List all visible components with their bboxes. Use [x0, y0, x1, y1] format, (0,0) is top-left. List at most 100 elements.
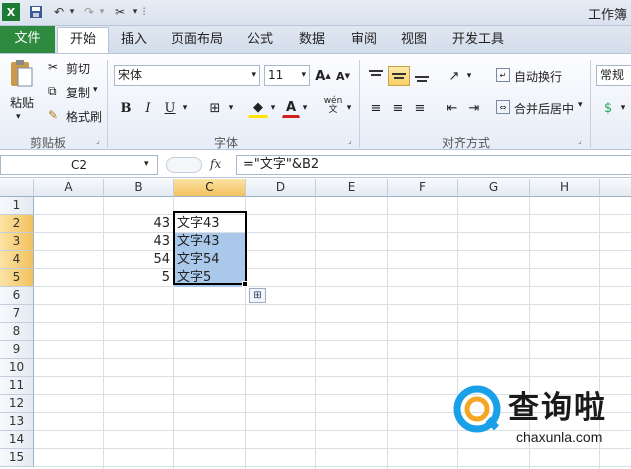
- column-header[interactable]: H: [530, 179, 600, 197]
- row-header[interactable]: 1: [0, 197, 34, 215]
- column-header[interactable]: E: [316, 179, 388, 197]
- cell-C3[interactable]: 文字43: [174, 233, 245, 251]
- redo-icon[interactable]: ↷: [80, 3, 98, 21]
- column-header-partial[interactable]: [600, 179, 631, 197]
- row-header[interactable]: 4: [0, 251, 34, 269]
- column-header[interactable]: D: [246, 179, 316, 197]
- align-middle-icon[interactable]: [388, 66, 410, 86]
- row-header[interactable]: 14: [0, 431, 34, 449]
- format-painter-button[interactable]: 格式刷: [66, 108, 102, 125]
- borders-dropdown-icon[interactable]: ▾: [226, 98, 236, 118]
- currency-icon[interactable]: $: [598, 98, 618, 118]
- fill-handle[interactable]: [242, 281, 248, 287]
- clipboard-launcher-icon[interactable]: ⌟: [96, 136, 100, 145]
- font-size-combo[interactable]: 11 ▾: [264, 65, 310, 86]
- fill-color-dropdown-icon[interactable]: ▾: [268, 98, 278, 118]
- row-header[interactable]: 11: [0, 377, 34, 395]
- cell-B5[interactable]: 5: [104, 269, 173, 287]
- tab-formulas[interactable]: 公式: [238, 28, 282, 53]
- decrease-indent-icon[interactable]: ⇤: [442, 98, 462, 118]
- cell-B4[interactable]: 54: [104, 251, 173, 269]
- merge-center-button[interactable]: 合并后居中: [514, 98, 574, 118]
- font-launcher-icon[interactable]: ⌟: [348, 136, 352, 145]
- number-format-combo[interactable]: 常规: [596, 65, 631, 86]
- align-left-icon[interactable]: ≡: [366, 98, 386, 118]
- merge-dropdown-icon[interactable]: ▾: [578, 100, 583, 110]
- chevron-down-icon[interactable]: ▾: [301, 66, 306, 85]
- copy-button[interactable]: 复制: [66, 84, 90, 101]
- row-header[interactable]: 6: [0, 287, 34, 305]
- paste-dropdown-icon[interactable]: ▾: [16, 112, 21, 122]
- customize-icon[interactable]: ⫶: [139, 3, 149, 21]
- row-header[interactable]: 15: [0, 449, 34, 467]
- paste-icon[interactable]: [8, 58, 34, 90]
- copy-dropdown-icon[interactable]: ▾: [93, 85, 98, 95]
- cell-C2[interactable]: 文字43: [174, 215, 245, 233]
- column-header[interactable]: A: [34, 179, 104, 197]
- align-center-icon[interactable]: ≡: [388, 98, 408, 118]
- name-box[interactable]: C2: [0, 155, 158, 175]
- tab-developer[interactable]: 开发工具: [446, 28, 510, 53]
- column-header[interactable]: G: [458, 179, 530, 197]
- cell-C5[interactable]: 文字5: [174, 269, 245, 287]
- align-top-icon[interactable]: [366, 66, 386, 86]
- borders-icon[interactable]: ⊞: [205, 98, 225, 118]
- redo-dropdown-icon[interactable]: ▾: [97, 3, 107, 21]
- underline-button[interactable]: U: [162, 98, 178, 118]
- cell-C4[interactable]: 文字54: [174, 251, 245, 269]
- underline-dropdown-icon[interactable]: ▾: [180, 98, 190, 118]
- grow-font-icon[interactable]: A ▲: [314, 66, 332, 86]
- cell-B2[interactable]: 43: [104, 215, 173, 233]
- bold-button[interactable]: B: [118, 98, 134, 118]
- save-icon[interactable]: [28, 3, 44, 21]
- formula-bar-resize-handle[interactable]: [166, 157, 202, 173]
- alignment-launcher-icon[interactable]: ⌟: [578, 136, 582, 145]
- font-color-icon[interactable]: A: [282, 98, 300, 118]
- shrink-font-icon[interactable]: A ▼: [334, 66, 352, 86]
- row-header[interactable]: 2: [0, 215, 34, 233]
- row-header[interactable]: 10: [0, 359, 34, 377]
- increase-indent-icon[interactable]: ⇥: [464, 98, 484, 118]
- tab-file[interactable]: 文件: [0, 26, 55, 53]
- row-header[interactable]: 12: [0, 395, 34, 413]
- row-header[interactable]: 8: [0, 323, 34, 341]
- paste-button[interactable]: 粘贴: [10, 94, 34, 111]
- formula-input[interactable]: ="文字"&B2: [236, 155, 631, 175]
- cell-B3[interactable]: 43: [104, 233, 173, 251]
- font-color-dropdown-icon[interactable]: ▾: [300, 98, 310, 118]
- tools-icon[interactable]: ✂: [110, 3, 130, 21]
- row-header[interactable]: 9: [0, 341, 34, 359]
- insert-function-icon[interactable]: fx: [210, 157, 221, 171]
- undo-icon[interactable]: ↶: [50, 3, 68, 21]
- tab-data[interactable]: 数据: [290, 28, 334, 53]
- orientation-dropdown-icon[interactable]: ▾: [464, 66, 474, 86]
- fill-color-icon[interactable]: ◆: [248, 98, 268, 118]
- tab-review[interactable]: 审阅: [342, 28, 386, 53]
- font-name-combo[interactable]: 宋体 ▾: [114, 65, 260, 86]
- column-header[interactable]: F: [388, 179, 458, 197]
- tab-insert[interactable]: 插入: [112, 28, 156, 53]
- row-header[interactable]: 13: [0, 413, 34, 431]
- row-header[interactable]: 7: [0, 305, 34, 323]
- row-header[interactable]: 3: [0, 233, 34, 251]
- currency-dropdown-icon[interactable]: ▾: [618, 98, 628, 118]
- align-bottom-icon[interactable]: [412, 66, 432, 86]
- undo-dropdown-icon[interactable]: ▾: [67, 3, 77, 21]
- column-header[interactable]: C: [174, 179, 246, 197]
- phonetic-button[interactable]: wén 文: [322, 96, 344, 116]
- orientation-icon[interactable]: ↗: [444, 66, 464, 86]
- wrap-text-button[interactable]: 自动换行: [514, 66, 562, 86]
- phonetic-dropdown-icon[interactable]: ▾: [344, 98, 354, 118]
- italic-button[interactable]: I: [140, 98, 156, 118]
- select-all-corner[interactable]: [0, 179, 34, 197]
- excel-logo-icon[interactable]: X: [2, 3, 20, 21]
- name-box-dropdown-icon[interactable]: ▾: [144, 159, 149, 169]
- auto-fill-options-icon[interactable]: ⊞: [249, 288, 266, 303]
- row-header[interactable]: 5: [0, 269, 34, 287]
- chevron-down-icon[interactable]: ▾: [251, 66, 256, 85]
- align-right-icon[interactable]: ≡: [410, 98, 430, 118]
- column-header[interactable]: B: [104, 179, 174, 197]
- tab-page-layout[interactable]: 页面布局: [165, 28, 229, 53]
- tab-view[interactable]: 视图: [392, 28, 436, 53]
- cut-button[interactable]: 剪切: [66, 60, 90, 77]
